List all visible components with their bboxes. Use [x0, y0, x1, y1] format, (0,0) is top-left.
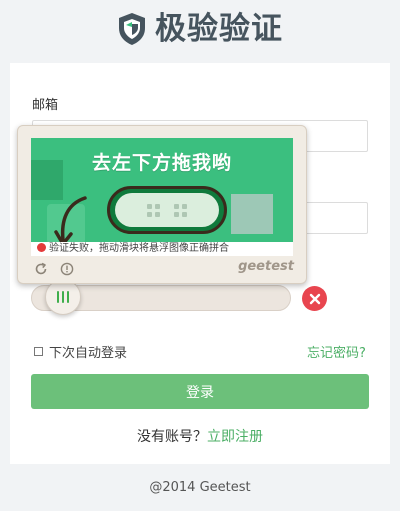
brand-title: 极验验证: [155, 11, 283, 47]
email-label: 邮箱: [32, 98, 59, 113]
geetest-logo-icon: [117, 12, 147, 46]
captcha-puzzle-image: 去左下方拖我哟 验证失败，拖动滑块将悬浮图像正确拼合: [31, 138, 293, 256]
signup-prompt: 没有账号？立即注册: [0, 426, 400, 446]
captcha-status-text: 验证失败，拖动滑块将悬浮图像正确拼合: [49, 243, 229, 254]
error-dot-icon: [37, 243, 46, 252]
footer-copyright: @2014 Geetest: [149, 480, 251, 495]
signup-link[interactable]: 立即注册: [207, 429, 263, 445]
login-button[interactable]: 登录: [31, 374, 369, 409]
grip-lines-icon: [57, 291, 69, 303]
forgot-password-link[interactable]: 忘记密码?: [307, 342, 366, 361]
signup-prefix: 没有账号？: [137, 429, 207, 445]
captcha-popup: 去左下方拖我哟 验证失败，拖动滑块将悬浮图像正确拼合 geetest: [17, 125, 307, 284]
info-icon[interactable]: [60, 261, 74, 280]
refresh-icon[interactable]: [34, 261, 48, 280]
captcha-status-bar: 验证失败，拖动滑块将悬浮图像正确拼合: [31, 242, 293, 256]
captcha-slider-handle[interactable]: [45, 279, 81, 315]
remember-checkbox[interactable]: [34, 347, 43, 356]
puzzle-pill: [107, 186, 227, 234]
brand-header: 极验验证: [0, 6, 400, 54]
geetest-brand-label: geetest: [238, 259, 294, 274]
close-icon: [302, 286, 327, 311]
remember-label: 下次自动登录: [49, 346, 128, 361]
puzzle-piece-slot: [231, 194, 273, 234]
captcha-instruction: 去左下方拖我哟: [91, 152, 232, 174]
remember-me[interactable]: 下次自动登录: [34, 342, 127, 361]
